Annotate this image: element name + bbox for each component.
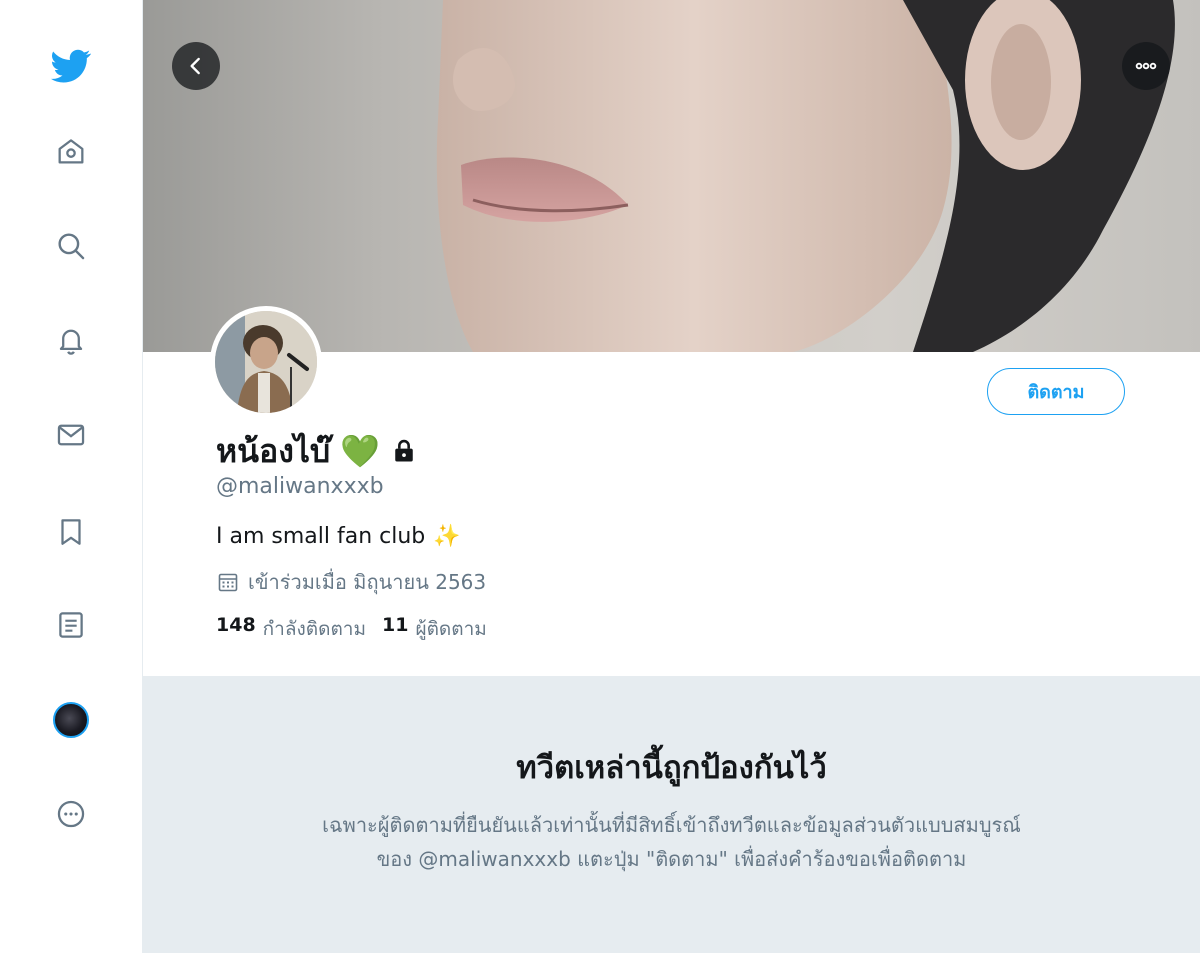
more-horizontal-icon	[1135, 62, 1157, 70]
more-button[interactable]	[1122, 42, 1170, 90]
twitter-logo-icon[interactable]	[47, 42, 95, 90]
profile-photo	[215, 311, 317, 413]
home-icon[interactable]	[47, 127, 95, 175]
chevron-left-icon	[190, 57, 200, 75]
calendar-icon	[218, 573, 238, 592]
explore-search-icon[interactable]	[47, 222, 95, 270]
profile-handle: @maliwanxxxb	[216, 474, 384, 499]
protected-notice-title: ทวีตเหล่านี้ถูกป้องกันไว้	[516, 750, 827, 786]
follow-button[interactable]: ติดตาม	[987, 368, 1125, 415]
back-button[interactable]	[172, 42, 220, 90]
profile-banner-image	[143, 0, 1200, 352]
protected-notice-line-1: เฉพาะผู้ติดตามที่ยืนยันแล้วเท่านั้นที่มี…	[322, 813, 1021, 837]
following-label: กำลังติดตาม	[262, 618, 366, 640]
banner-photo	[436, 0, 1175, 352]
protected-notice-body: เฉพาะผู้ติดตามที่ยืนยันแล้วเท่านั้นที่มี…	[233, 808, 1110, 876]
display-name-text: หน้องไบ๊	[216, 431, 331, 470]
messages-envelope-icon[interactable]	[47, 411, 95, 459]
more-options-icon[interactable]	[47, 790, 95, 838]
bookmarks-icon[interactable]	[47, 508, 95, 556]
green-heart-emoji: 💚	[340, 432, 381, 470]
followers-stat[interactable]: 11 ผู้ติดตาม	[382, 614, 487, 644]
sidebar-nav	[0, 0, 143, 953]
bio-text: I am small fan club	[216, 524, 426, 549]
profile-main: ติดตาม หน้องไบ๊ 💚 @maliwanxxxb I am smal…	[143, 0, 1200, 953]
profile-avatar[interactable]	[210, 306, 322, 418]
joined-text: เข้าร่วมเมื่อ มิถุนายน 2563	[248, 570, 487, 594]
protected-notice-line-2: ของ @maliwanxxxb แตะปุ่ม "ติดตาม" เพื่อส…	[376, 847, 967, 871]
profile-display-name: หน้องไบ๊ 💚	[216, 430, 418, 472]
followers-label: ผู้ติดตาม	[415, 618, 487, 640]
notifications-bell-icon[interactable]	[47, 316, 95, 364]
lock-icon	[395, 439, 413, 462]
profile-stats: 148 กำลังติดตาม 11 ผู้ติดตาม	[216, 614, 487, 644]
profile-avatar-icon[interactable]	[53, 702, 89, 738]
protected-tweets-notice: ทวีตเหล่านี้ถูกป้องกันไว้ เฉพาะผู้ติดตาม…	[143, 676, 1200, 953]
sparkles-emoji: ✨	[433, 524, 461, 549]
profile-bio: I am small fan club ✨	[216, 524, 461, 549]
lists-icon[interactable]	[47, 601, 95, 649]
followers-count: 11	[381, 614, 409, 636]
following-count: 148	[216, 614, 256, 636]
profile-joined-date: เข้าร่วมเมื่อ มิถุนายน 2563	[216, 566, 486, 598]
following-stat[interactable]: 148 กำลังติดตาม	[216, 614, 366, 644]
